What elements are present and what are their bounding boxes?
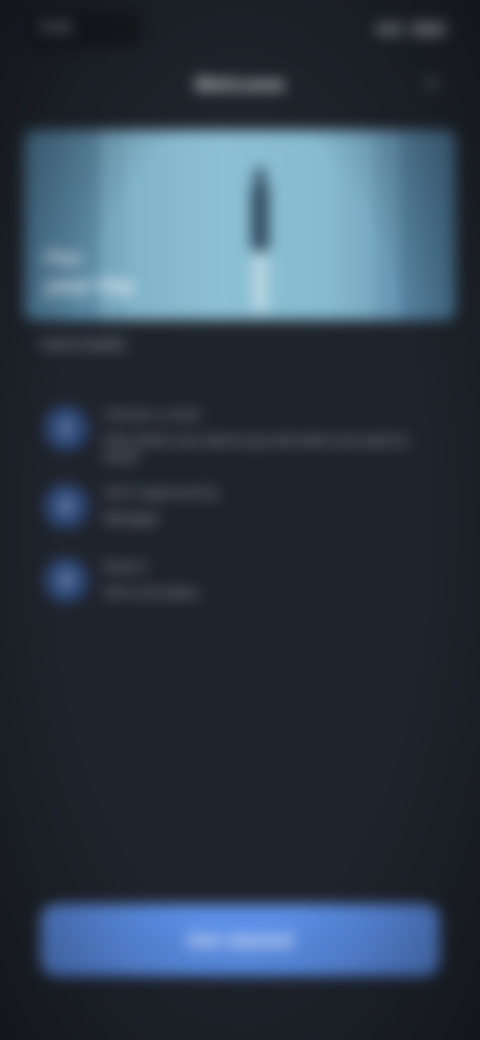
step-description: All in one place: [104, 584, 199, 600]
hero-caption-line2: your trip: [44, 273, 134, 298]
get-started-button[interactable]: Get started: [40, 904, 440, 976]
step-item: 1 Choose a route Pick where you want to …: [40, 406, 440, 466]
figure-head: [254, 168, 266, 182]
hero-panel: [380, 130, 386, 320]
blurred-content: 9:41 Welcome ✕ Plan your trip How it wor…: [0, 0, 480, 1040]
step-text: Book it All in one place: [104, 558, 444, 600]
header: Welcome ✕: [0, 62, 480, 110]
step-title: Choose a route: [104, 406, 200, 422]
close-icon[interactable]: ✕: [420, 72, 444, 96]
signal-icon: [376, 23, 404, 35]
hero-caption: Plan your trip: [44, 248, 133, 299]
step-text: Choose a route Pick where you want to go…: [104, 406, 444, 464]
battery-icon: [412, 22, 446, 36]
step-item: 3 Book it All in one place: [40, 558, 440, 618]
status-time: 9:41: [40, 19, 73, 36]
hero-caption-line1: Plan: [44, 248, 83, 268]
hero-person-figure: [249, 168, 271, 318]
step-item: 2 Get it approved by Manager: [40, 484, 440, 544]
step-number-badge: 2: [44, 484, 88, 528]
step-title: Book it: [104, 558, 147, 574]
step-number-badge: 1: [44, 406, 88, 450]
status-bar: 9:41: [0, 0, 480, 56]
step-text: Get it approved by Manager: [104, 484, 444, 526]
status-indicators: [376, 20, 446, 38]
section-subtitle: How it works: [40, 336, 126, 353]
figure-body: [251, 182, 269, 252]
page-title: Welcome: [194, 74, 286, 96]
step-description: Manager: [104, 510, 160, 526]
hero-image: Plan your trip: [24, 130, 456, 320]
app-screen: 9:41 Welcome ✕ Plan your trip How it wor…: [0, 0, 480, 1040]
figure-legs: [253, 252, 267, 312]
step-title: Get it approved by: [104, 484, 219, 500]
hero-panel: [396, 130, 456, 320]
step-number-badge: 3: [44, 558, 88, 602]
step-description: Pick where you want to go and when you w…: [104, 432, 408, 464]
